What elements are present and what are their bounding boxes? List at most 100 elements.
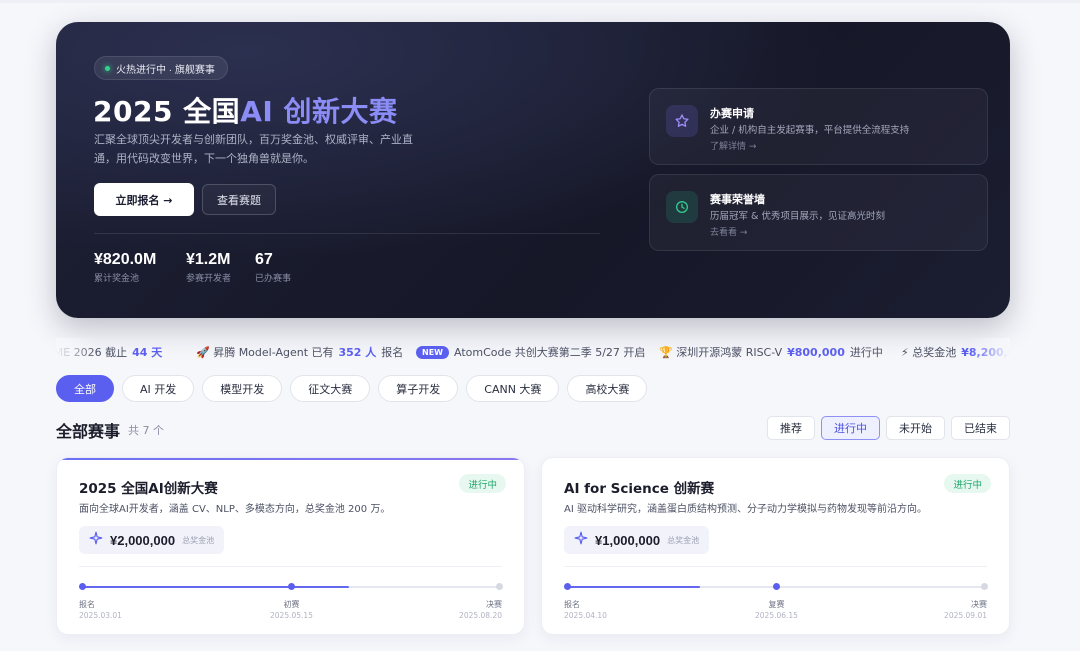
ticker-item[interactable]: NEW AtomCode 共创大赛第二季 5/27 开启	[416, 344, 645, 360]
ticker-fade-right	[970, 338, 1010, 364]
stage-date: 2025.05.15	[270, 611, 313, 620]
ticker-highlight: 44 天	[132, 346, 163, 359]
top-border	[0, 0, 1080, 3]
stage-label: 报名 2025.04.10	[564, 599, 607, 620]
progress-track	[79, 583, 503, 590]
stage-date: 2025.06.15	[755, 611, 798, 620]
filter-model-dev[interactable]: 模型开发	[202, 375, 283, 402]
hero-title: 2025 全国AI 创新大赛	[93, 90, 398, 130]
filter-cann[interactable]: CANN 大赛	[466, 375, 560, 402]
filter-essay[interactable]: 征文大赛	[290, 375, 371, 402]
news-ticker: CME 2026 截止 44 天 🚀 昇腾 Model-Agent 已有 352…	[56, 338, 1010, 364]
sort-tabs: 推荐 进行中 未开始 已结束	[767, 416, 1010, 440]
hero-banner: 火热进行中 · 旗舰赛事 2025 全国AI 创新大赛 汇聚全球顶尖开发者与创新…	[56, 22, 1010, 318]
sparkle-icon	[89, 531, 103, 550]
ticker-text: ⚡ 总奖金池	[901, 346, 957, 359]
ticker-highlight: ¥800,000	[787, 345, 845, 359]
side-card-title: 赛事荣誉墙	[710, 193, 765, 206]
hero-description: 汇聚全球顶尖开发者与创新团队，百万奖金池、权威评审、产业直通，用代码改变世界，下…	[94, 133, 413, 165]
stat-total-prize: ¥820.0M 累计奖金池	[94, 251, 156, 284]
stage-label: 报名 2025.03.01	[79, 599, 122, 620]
progress-track	[564, 583, 988, 590]
stat-value: 67	[255, 251, 273, 268]
filter-operator-dev[interactable]: 算子开发	[378, 375, 459, 402]
stage-name: 初赛	[283, 600, 300, 609]
star-icon	[666, 105, 698, 137]
stage-label: 初赛 2025.05.15	[262, 599, 322, 620]
side-card-link[interactable]: 了解详情 →	[710, 139, 756, 152]
stage-name: 决赛	[971, 600, 987, 609]
stage-name: 报名	[79, 600, 95, 609]
stage-node	[496, 583, 503, 590]
side-card-subtitle: 企业 / 机构自主发起赛事，平台提供全流程支持	[710, 125, 910, 136]
category-filters: 全部 AI 开发 模型开发 征文大赛 算子开发 CANN 大赛 高校大赛	[56, 375, 648, 402]
tab-ongoing[interactable]: 进行中	[821, 416, 880, 440]
hero-badge-label: 火热进行中 · 旗舰赛事	[116, 64, 215, 76]
stage-node	[79, 583, 86, 590]
prize-pool: ¥1,000,000 总奖金池	[564, 526, 710, 554]
stat-events: 67 已办赛事	[255, 251, 291, 284]
tab-finished[interactable]: 已结束	[951, 416, 1010, 440]
tab-upcoming[interactable]: 未开始	[886, 416, 945, 440]
hero-badge: 火热进行中 · 旗舰赛事	[94, 56, 228, 80]
competition-card[interactable]: AI for Science 创新赛 进行中 AI 驱动科学研究，涵盖蛋白质结构…	[541, 457, 1010, 635]
ticker-item[interactable]: 🚀 昇腾 Model-Agent 已有 352 人 报名	[196, 344, 403, 360]
prize-amount: ¥1,000,000	[595, 532, 661, 548]
prize-label: 总奖金池	[182, 535, 215, 545]
side-card-subtitle: 历届冠军 & 优秀项目展示，见证高光时刻	[710, 211, 885, 222]
side-card-link[interactable]: 去看看 →	[710, 225, 747, 238]
stage-name: 报名	[564, 600, 580, 609]
filter-ai-dev[interactable]: AI 开发	[122, 375, 195, 402]
hero-divider	[94, 233, 600, 234]
card-description: 面向全球AI开发者，涵盖 CV、NLP、多模态方向，总奖金池 200 万。	[79, 504, 391, 515]
host-event-card[interactable]: 办赛申请 企业 / 机构自主发起赛事，平台提供全流程支持 了解详情 →	[649, 88, 988, 165]
card-title: AI for Science 创新赛	[564, 481, 715, 497]
stage-node	[287, 583, 295, 590]
stage-date: 2025.04.10	[564, 611, 607, 620]
stat-label: 累计奖金池	[94, 274, 140, 284]
ticker-text: 🚀 昇腾 Model-Agent 已有	[196, 346, 334, 359]
status-badge: 进行中	[944, 474, 991, 493]
ticker-fade-left	[56, 338, 96, 364]
ticker-text: AtomCode 共创大赛第二季 5/27 开启	[453, 346, 646, 359]
prize-amount: ¥2,000,000	[110, 532, 176, 548]
hero-title-prefix: 2025 全国	[93, 95, 241, 128]
stage-name: 复赛	[768, 600, 785, 609]
hero-title-accent: AI 创新大赛	[240, 95, 398, 128]
view-problems-button[interactable]: 查看赛题	[202, 184, 276, 215]
competition-card[interactable]: 2025 全国AI创新大赛 进行中 面向全球AI开发者，涵盖 CV、NLP、多模…	[56, 457, 525, 635]
side-card-title: 办赛申请	[710, 107, 754, 120]
stage-node	[981, 583, 988, 590]
ticker-text: 进行中	[849, 346, 883, 359]
filter-university[interactable]: 高校大赛	[567, 375, 648, 402]
stage-date: 2025.08.20	[459, 611, 502, 620]
stage-date: 2025.03.01	[79, 611, 122, 620]
stat-label: 参赛开发者	[186, 274, 232, 284]
prize-pool: ¥2,000,000 总奖金池	[79, 526, 225, 554]
stage-label: 复赛 2025.06.15	[747, 599, 807, 620]
stat-value: ¥820.0M	[94, 251, 157, 268]
card-title: 2025 全国AI创新大赛	[79, 481, 218, 497]
stage-date: 2025.09.01	[944, 611, 987, 620]
live-dot-icon	[105, 65, 110, 71]
progress-fill	[82, 586, 349, 588]
honor-wall-card[interactable]: 赛事荣誉墙 历届冠军 & 优秀项目展示，见证高光时刻 去看看 →	[649, 174, 988, 251]
ticker-item[interactable]: 🏆 深圳开源鸿蒙 RISC-V ¥800,000 进行中	[659, 344, 883, 360]
prize-label: 总奖金池	[667, 535, 700, 545]
status-badge: 进行中	[459, 474, 506, 493]
stat-value: ¥1.2M	[186, 251, 231, 268]
filter-all[interactable]: 全部	[56, 375, 114, 402]
section-title: 全部赛事	[56, 422, 121, 441]
register-button[interactable]: 立即报名 →	[94, 183, 194, 216]
progress-fill	[567, 586, 701, 588]
stage-label: 决赛 2025.08.20	[459, 599, 502, 620]
stat-developers: ¥1.2M 参赛开发者	[186, 251, 231, 284]
ticker-highlight: 352 人	[338, 346, 377, 359]
card-divider	[79, 566, 502, 567]
tab-recommended[interactable]: 推荐	[767, 416, 815, 440]
stage-label: 决赛 2025.09.01	[944, 599, 987, 620]
section-count: 共 7 个	[128, 424, 164, 437]
card-divider	[564, 566, 987, 567]
stat-label: 已办赛事	[255, 274, 292, 284]
new-badge: NEW	[416, 345, 449, 359]
